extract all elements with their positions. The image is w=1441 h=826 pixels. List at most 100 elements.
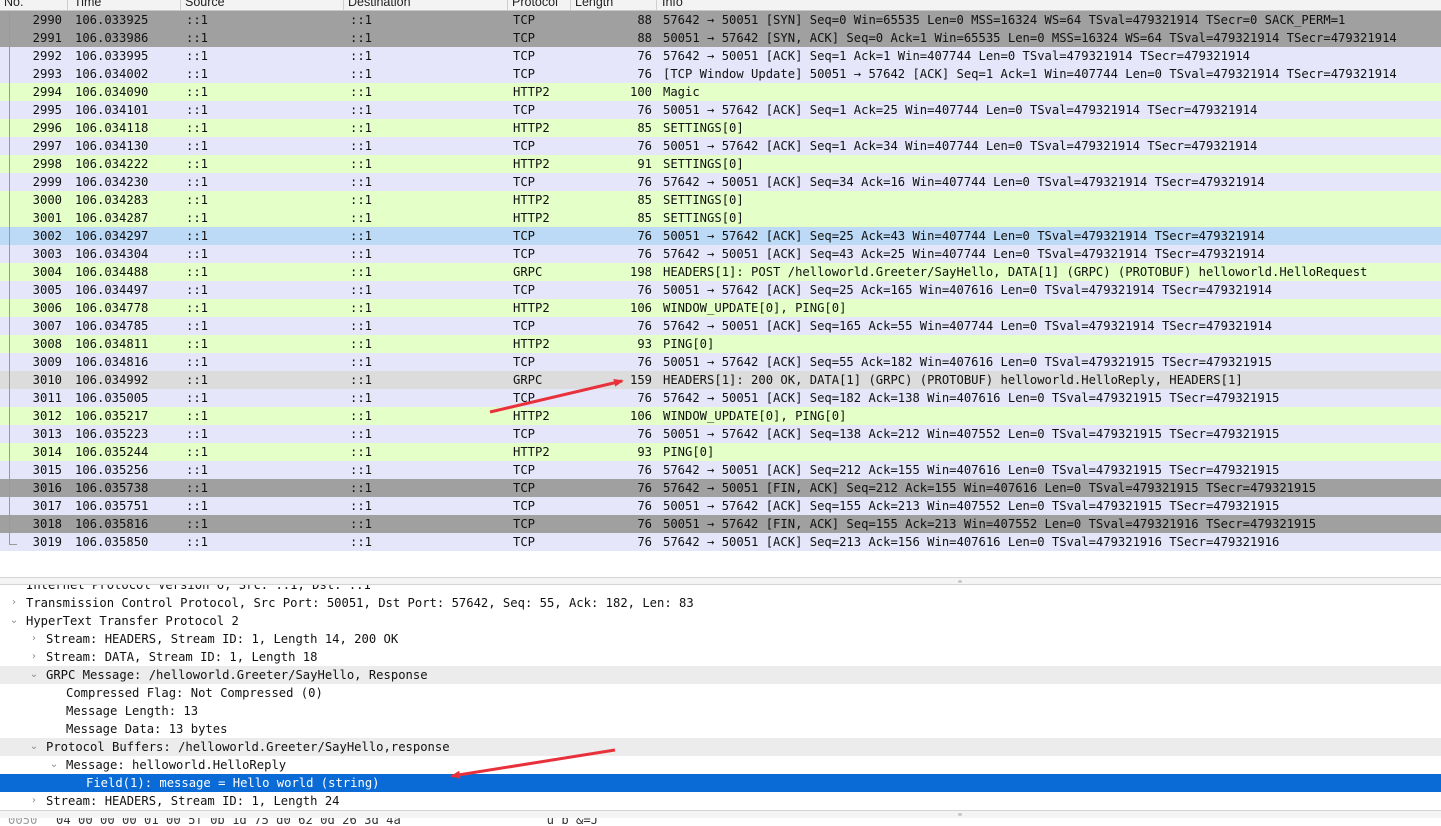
detail-tree-item[interactable]: › Stream: DATA, Stream ID: 1, Length 18 (0, 648, 1441, 666)
packet-row[interactable]: 3019 106.035850::1::1 TCP 76 57642 → 50051 [… (0, 533, 1441, 551)
packet-info: 57642 → 50051 [SYN] Seq=0 Win=65535 Len=… (663, 13, 1346, 27)
packet-row[interactable]: 2994 106.034090::1::1 HTTP2 100 Magic (0, 83, 1441, 101)
column-header-protocol[interactable]: Protocol (512, 0, 558, 9)
column-separator[interactable] (507, 0, 508, 10)
packet-info: 50051 → 57642 [ACK] Seq=25 Ack=43 Win=40… (663, 229, 1265, 243)
chevron-down-icon[interactable]: ⌄ (49, 756, 59, 774)
detail-tree-item[interactable]: › Transmission Control Protocol, Src Port… (0, 594, 1441, 612)
packet-length: 198 (629, 265, 652, 279)
packet-row[interactable]: 2991 106.033986::1::1 TCP 88 50051 → 57642 [… (0, 29, 1441, 47)
detail-text: Protocol Buffers: /helloworld.Greeter/Sa… (46, 740, 450, 754)
chevron-right-icon[interactable]: › (29, 792, 39, 810)
packet-length: 76 (637, 463, 652, 477)
bytes-hex: 04 00 00 00 01 00 5f 0b 1d 75 d0 62 0d 2… (56, 818, 401, 826)
chevron-down-icon[interactable]: ⌄ (29, 666, 39, 684)
splitter-grip-icon (958, 813, 962, 816)
column-header-info[interactable]: Info (662, 0, 683, 9)
column-header-length[interactable]: Length (575, 0, 613, 9)
chevron-down-icon[interactable]: ⌄ (29, 738, 39, 756)
packet-row[interactable]: 2992 106.033995::1::1 TCP 76 57642 → 50051 [… (0, 47, 1441, 65)
packet-info: SETTINGS[0] (663, 193, 744, 207)
bytes-offset: 0050 (8, 818, 38, 826)
packet-info: SETTINGS[0] (663, 157, 744, 171)
packet-info: WINDOW_UPDATE[0], PING[0] (663, 409, 847, 423)
column-header-time[interactable]: Time (74, 0, 101, 9)
packet-row[interactable]: 3009 106.034816::1::1 TCP 76 50051 → 57642 [… (0, 353, 1441, 371)
column-separator[interactable] (67, 0, 68, 10)
detail-tree-item[interactable]: Message Length: 13 (0, 702, 1441, 720)
packet-length: 91 (637, 157, 652, 171)
packet-info: 57642 → 50051 [ACK] Seq=182 Ack=138 Win=… (663, 391, 1280, 405)
packet-row[interactable]: 3003 106.034304::1::1 TCP 76 57642 → 50051 [… (0, 245, 1441, 263)
packet-length: 159 (629, 373, 652, 387)
packet-info: 57642 → 50051 [ACK] Seq=43 Ack=25 Win=40… (663, 247, 1265, 261)
packet-row[interactable]: 2996 106.034118::1::1 HTTP2 85 SETTINGS[0] (0, 119, 1441, 137)
packet-length: 76 (637, 535, 652, 549)
packet-length: 76 (637, 139, 652, 153)
packet-row[interactable]: 3008 106.034811::1::1 HTTP2 93 PING[0] (0, 335, 1441, 353)
column-separator[interactable] (656, 0, 657, 10)
packet-row[interactable]: 2999 106.034230::1::1 TCP 76 57642 → 50051 [… (0, 173, 1441, 191)
packet-row[interactable]: 3010 106.034992::1::1 GRPC 159 HEADERS[1]: 2… (0, 371, 1441, 389)
column-header-source[interactable]: Source (185, 0, 225, 9)
conversation-bracket-end (9, 544, 17, 545)
detail-text: Message Data: 13 bytes (66, 722, 228, 736)
packet-row[interactable]: 3006 106.034778::1::1 HTTP2 106 WINDOW_UPDAT… (0, 299, 1441, 317)
detail-tree-item[interactable]: › Stream: HEADERS, Stream ID: 1, Length 1… (0, 630, 1441, 648)
detail-tree-item[interactable]: Message Data: 13 bytes (0, 720, 1441, 738)
column-separator[interactable] (180, 0, 181, 10)
packet-row[interactable]: 3015 106.035256::1::1 TCP 76 57642 → 50051 [… (0, 461, 1441, 479)
detail-tree-item[interactable]: ⌄ GRPC Message: /helloworld.Greeter/SayHe… (0, 666, 1441, 684)
packet-row[interactable]: 2998 106.034222::1::1 HTTP2 91 SETTINGS[0] (0, 155, 1441, 173)
pane-splitter[interactable] (0, 810, 1441, 818)
column-header-destination[interactable]: Destination (348, 0, 411, 9)
column-header-no[interactable]: No. (4, 0, 23, 9)
packet-info: HEADERS[1]: 200 OK, DATA[1] (GRPC) (PROT… (663, 373, 1243, 387)
packet-info: 50051 → 57642 [ACK] Seq=138 Ack=212 Win=… (663, 427, 1280, 441)
packet-list[interactable]: 2990 106.033925::1::1 TCP 88 57642 → 50051 [… (0, 11, 1441, 577)
packet-row[interactable]: 3016 106.035738::1::1 TCP 76 57642 → 50051 [… (0, 479, 1441, 497)
column-separator[interactable] (570, 0, 571, 10)
detail-tree-item[interactable]: ⌄ Message: helloworld.HelloReply (0, 756, 1441, 774)
chevron-down-icon[interactable]: ⌄ (9, 612, 19, 630)
detail-text: Internet Protocol Version 6, Src: ::1, D… (26, 585, 371, 592)
packet-row[interactable]: 3007 106.034785::1::1 TCP 76 57642 → 50051 [… (0, 317, 1441, 335)
packet-row[interactable]: 2993 106.034002::1::1 TCP 76 [TCP Window Upd… (0, 65, 1441, 83)
detail-tree-item[interactable]: Compressed Flag: Not Compressed (0) (0, 684, 1441, 702)
packet-row[interactable]: 3012 106.035217::1::1 HTTP2 106 WINDOW_UPDAT… (0, 407, 1441, 425)
packet-details-tree[interactable]: Internet Protocol Version 6, Src: ::1, D… (0, 585, 1441, 810)
packet-row[interactable]: 3002 106.034297::1::1 TCP 76 50051 → 57642 [… (0, 227, 1441, 245)
chevron-right-icon[interactable]: › (29, 630, 39, 648)
pane-splitter[interactable] (0, 577, 1441, 585)
detail-tree-item[interactable]: ⌄ HyperText Transfer Protocol 2 (0, 612, 1441, 630)
packet-row[interactable]: 3011 106.035005::1::1 TCP 76 57642 → 50051 [… (0, 389, 1441, 407)
chevron-right-icon[interactable]: › (9, 594, 19, 612)
details-clipped-row[interactable]: Internet Protocol Version 6, Src: ::1, D… (0, 585, 1441, 594)
packet-row[interactable]: 3017 106.035751::1::1 TCP 76 50051 → 57642 [… (0, 497, 1441, 515)
packet-info: SETTINGS[0] (663, 121, 744, 135)
packet-row[interactable]: 2997 106.034130::1::1 TCP 76 50051 → 57642 [… (0, 137, 1441, 155)
packet-length: 93 (637, 337, 652, 351)
detail-tree-item[interactable]: › Stream: HEADERS, Stream ID: 1, Length 2… (0, 792, 1441, 810)
packet-row[interactable]: 3013 106.035223::1::1 TCP 76 50051 → 57642 [… (0, 425, 1441, 443)
packet-row[interactable]: 3004 106.034488::1::1 GRPC 198 HEADERS[1]: P… (0, 263, 1441, 281)
packet-info: PING[0] (663, 445, 715, 459)
packet-row[interactable]: 3001 106.034287::1::1 HTTP2 85 SETTINGS[0] (0, 209, 1441, 227)
packet-row[interactable]: 3000 106.034283::1::1 HTTP2 85 SETTINGS[0] (0, 191, 1441, 209)
packet-row[interactable]: 3014 106.035244::1::1 HTTP2 93 PING[0] (0, 443, 1441, 461)
packet-length: 76 (637, 391, 652, 405)
packet-length: 76 (637, 427, 652, 441)
packet-length: 76 (637, 49, 652, 63)
chevron-right-icon[interactable]: › (29, 648, 39, 666)
detail-tree-item[interactable]: ⌄ Protocol Buffers: /helloworld.Greeter/S… (0, 738, 1441, 756)
packet-row[interactable]: 2995 106.034101::1::1 TCP 76 50051 → 57642 [… (0, 101, 1441, 119)
packet-length: 93 (637, 445, 652, 459)
packet-length: 76 (637, 229, 652, 243)
detail-tree-item[interactable]: Field(1): message = Hello world (string) (0, 774, 1441, 792)
packet-length: 85 (637, 121, 652, 135)
column-separator[interactable] (343, 0, 344, 10)
packet-bytes-pane[interactable]: 0050 04 00 00 00 01 00 5f 0b 1d 75 d0 62… (0, 818, 1441, 826)
packet-row[interactable]: 2990 106.033925::1::1 TCP 88 57642 → 50051 [… (0, 11, 1441, 29)
packet-row[interactable]: 3005 106.034497::1::1 TCP 76 50051 → 57642 [… (0, 281, 1441, 299)
packet-row[interactable]: 3018 106.035816::1::1 TCP 76 50051 → 57642 [… (0, 515, 1441, 533)
